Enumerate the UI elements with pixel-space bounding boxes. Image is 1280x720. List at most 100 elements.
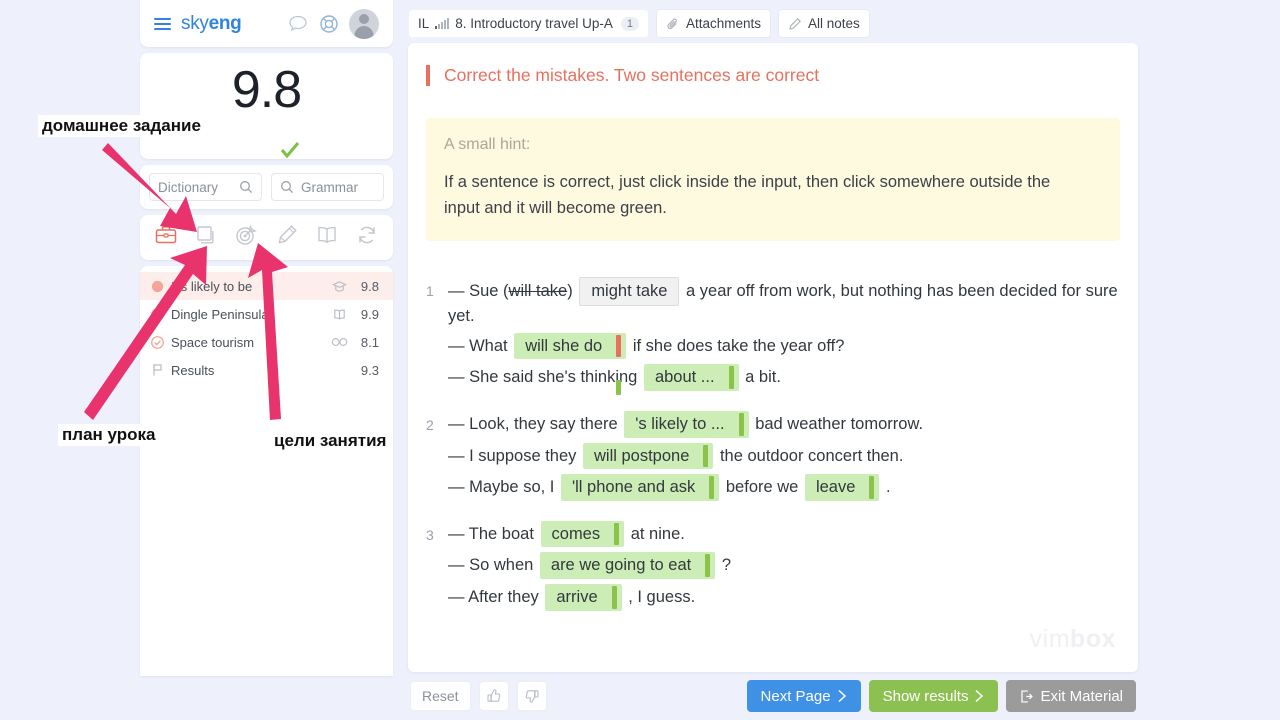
sentence-text: if she does take the year off? xyxy=(628,336,845,355)
sentence-text: — She said she's thinking xyxy=(448,368,642,387)
list-item-label: Results xyxy=(171,362,215,378)
sentence-text: a bit. xyxy=(740,368,781,387)
logo-bold: eng xyxy=(208,12,242,34)
exercise-number: 1 xyxy=(426,283,434,300)
list-item-label: It's likely to be xyxy=(171,278,253,294)
list-item-score: 8.1 xyxy=(360,334,379,350)
vimbox-watermark: vimbox xyxy=(1030,625,1116,654)
all-notes-label: All notes xyxy=(808,16,860,31)
hint-label: A small hint: xyxy=(444,136,531,153)
homework-icon[interactable] xyxy=(154,223,178,252)
goals-icon[interactable] xyxy=(234,223,258,252)
tools-row xyxy=(140,215,393,260)
avatar[interactable] xyxy=(349,8,379,39)
answer-input-correct[interactable]: will postpone xyxy=(583,442,714,470)
attachments-label: Attachments xyxy=(685,16,762,31)
task-title: Correct the mistakes. Two sentences are … xyxy=(426,65,1138,86)
lesson-badge: 1 xyxy=(620,16,639,31)
list-item-label: Dingle Peninsula xyxy=(171,306,269,322)
exercise-lines: — Look, they say there 's likely to ... … xyxy=(448,410,1138,506)
sidebar: skyeng 9.8 Dictionary Grammar It's likel… xyxy=(140,0,393,720)
exercise-line: — So when are we going to eat ? xyxy=(448,552,1138,580)
answer-input-correct[interactable]: are we going to eat xyxy=(539,552,716,580)
exercise-line: — What will she do if she does take the … xyxy=(448,332,1138,395)
lesson-items-list: It's likely to be 9.8 Dingle Peninsula 9… xyxy=(140,266,393,676)
pencil-icon xyxy=(789,17,801,30)
exit-material-button[interactable]: Exit Material xyxy=(1006,680,1136,712)
exercise-line: — Maybe so, I 'll phone and ask before w… xyxy=(448,474,1138,501)
sentence-text: ) xyxy=(567,282,578,301)
annotation-lesson-goals: цели занятия xyxy=(270,430,391,452)
hint-box: A small hint: If a sentence is correct, … xyxy=(426,118,1120,242)
show-results-button[interactable]: Show results xyxy=(868,680,999,712)
dictionary-search[interactable]: Dictionary xyxy=(149,173,262,201)
refresh-icon[interactable] xyxy=(355,223,379,252)
struck-word: will take xyxy=(508,282,568,301)
exercise-lines: — Sue (will take) might take a year off … xyxy=(448,277,1138,396)
answer-input[interactable]: might take xyxy=(579,277,680,306)
exercise-line: — The boat comes at nine. xyxy=(448,520,1138,548)
attachments-button[interactable]: Attachments xyxy=(655,9,772,38)
flag-icon xyxy=(151,363,171,377)
exercise-number: 3 xyxy=(426,526,434,543)
help-icon[interactable] xyxy=(318,13,340,35)
watermark-bold: box xyxy=(1070,625,1116,653)
thumbs-up-button[interactable] xyxy=(478,681,509,711)
thumbs-down-button[interactable] xyxy=(516,681,547,711)
chevron-right-icon xyxy=(838,689,846,703)
logo-light: sky xyxy=(181,12,209,34)
next-page-label: Next Page xyxy=(760,687,831,705)
grammar-search[interactable]: Grammar xyxy=(271,173,384,201)
exercise-number: 2 xyxy=(426,416,434,433)
sentence-text: — I suppose they xyxy=(448,446,581,465)
reset-button[interactable]: Reset xyxy=(410,681,471,711)
list-item[interactable]: Space tourism 8.1 xyxy=(140,328,393,356)
homework-score-card: 9.8 xyxy=(140,53,393,159)
annotation-homework: домашнее задание xyxy=(38,115,205,137)
reset-label: Reset xyxy=(422,688,459,704)
sentence-text: at nine. xyxy=(626,524,685,543)
answer-input-correct[interactable]: 's likely to ... xyxy=(624,410,749,438)
cards-icon[interactable] xyxy=(194,223,218,252)
search-icon xyxy=(281,181,294,194)
skyeng-logo[interactable]: skyeng xyxy=(181,13,242,35)
answer-input-correct[interactable]: arrive xyxy=(545,584,622,611)
sentence-text: — After they xyxy=(448,588,544,607)
answer-input-correct[interactable]: comes xyxy=(540,520,625,548)
dictionary-search-placeholder: Dictionary xyxy=(158,179,219,195)
header-icon-group xyxy=(287,8,379,39)
next-page-button[interactable]: Next Page xyxy=(746,680,861,712)
answer-input-correct[interactable]: about ... xyxy=(643,364,739,391)
exercise-list: 1 — Sue (will take) might take a year off… xyxy=(426,277,1138,616)
exercise-line: — She said she's thinking about ... a bi… xyxy=(448,364,1138,391)
answer-input-correct[interactable]: leave xyxy=(804,474,880,501)
hint-text: If a sentence is correct, just click ins… xyxy=(444,173,1051,217)
status-done-icon xyxy=(151,307,171,321)
list-item[interactable]: It's likely to be 9.8 xyxy=(140,272,393,300)
glasses-icon xyxy=(328,337,350,347)
answer-input-correct[interactable]: 'll phone and ask xyxy=(560,474,720,501)
chevron-right-icon xyxy=(975,689,984,703)
all-notes-button[interactable]: All notes xyxy=(778,9,870,38)
sentence-text: — So when xyxy=(448,556,538,575)
list-item-label: Space tourism xyxy=(171,334,255,350)
sentence-text: — The boat xyxy=(448,524,539,543)
list-item[interactable]: Results 9.3 xyxy=(140,356,393,384)
exercise-line: — Look, they say there 's likely to ... … xyxy=(448,410,1138,438)
app-header: skyeng xyxy=(140,0,393,47)
homework-score: 9.8 xyxy=(231,61,302,119)
sentence-text: . xyxy=(881,478,891,497)
open-book-icon xyxy=(328,307,350,322)
list-item[interactable]: Dingle Peninsula 9.9 xyxy=(140,300,393,328)
lesson-chip[interactable]: IL 8. Introductory travel Up-A 1 xyxy=(408,9,649,38)
exit-icon xyxy=(1021,689,1034,703)
sentence-text: the outdoor concert then. xyxy=(715,446,904,465)
search-row: Dictionary Grammar xyxy=(140,165,393,209)
material-footer: Reset Next Page Show results Exit Materi… xyxy=(408,672,1138,720)
notes-icon[interactable] xyxy=(275,223,299,252)
menu-burger-icon[interactable] xyxy=(154,15,171,33)
sentence-text: — Sue ( xyxy=(448,282,509,301)
answer-input-focused[interactable]: will she do xyxy=(514,332,627,395)
book-icon[interactable] xyxy=(315,223,339,252)
chat-icon[interactable] xyxy=(287,13,309,35)
